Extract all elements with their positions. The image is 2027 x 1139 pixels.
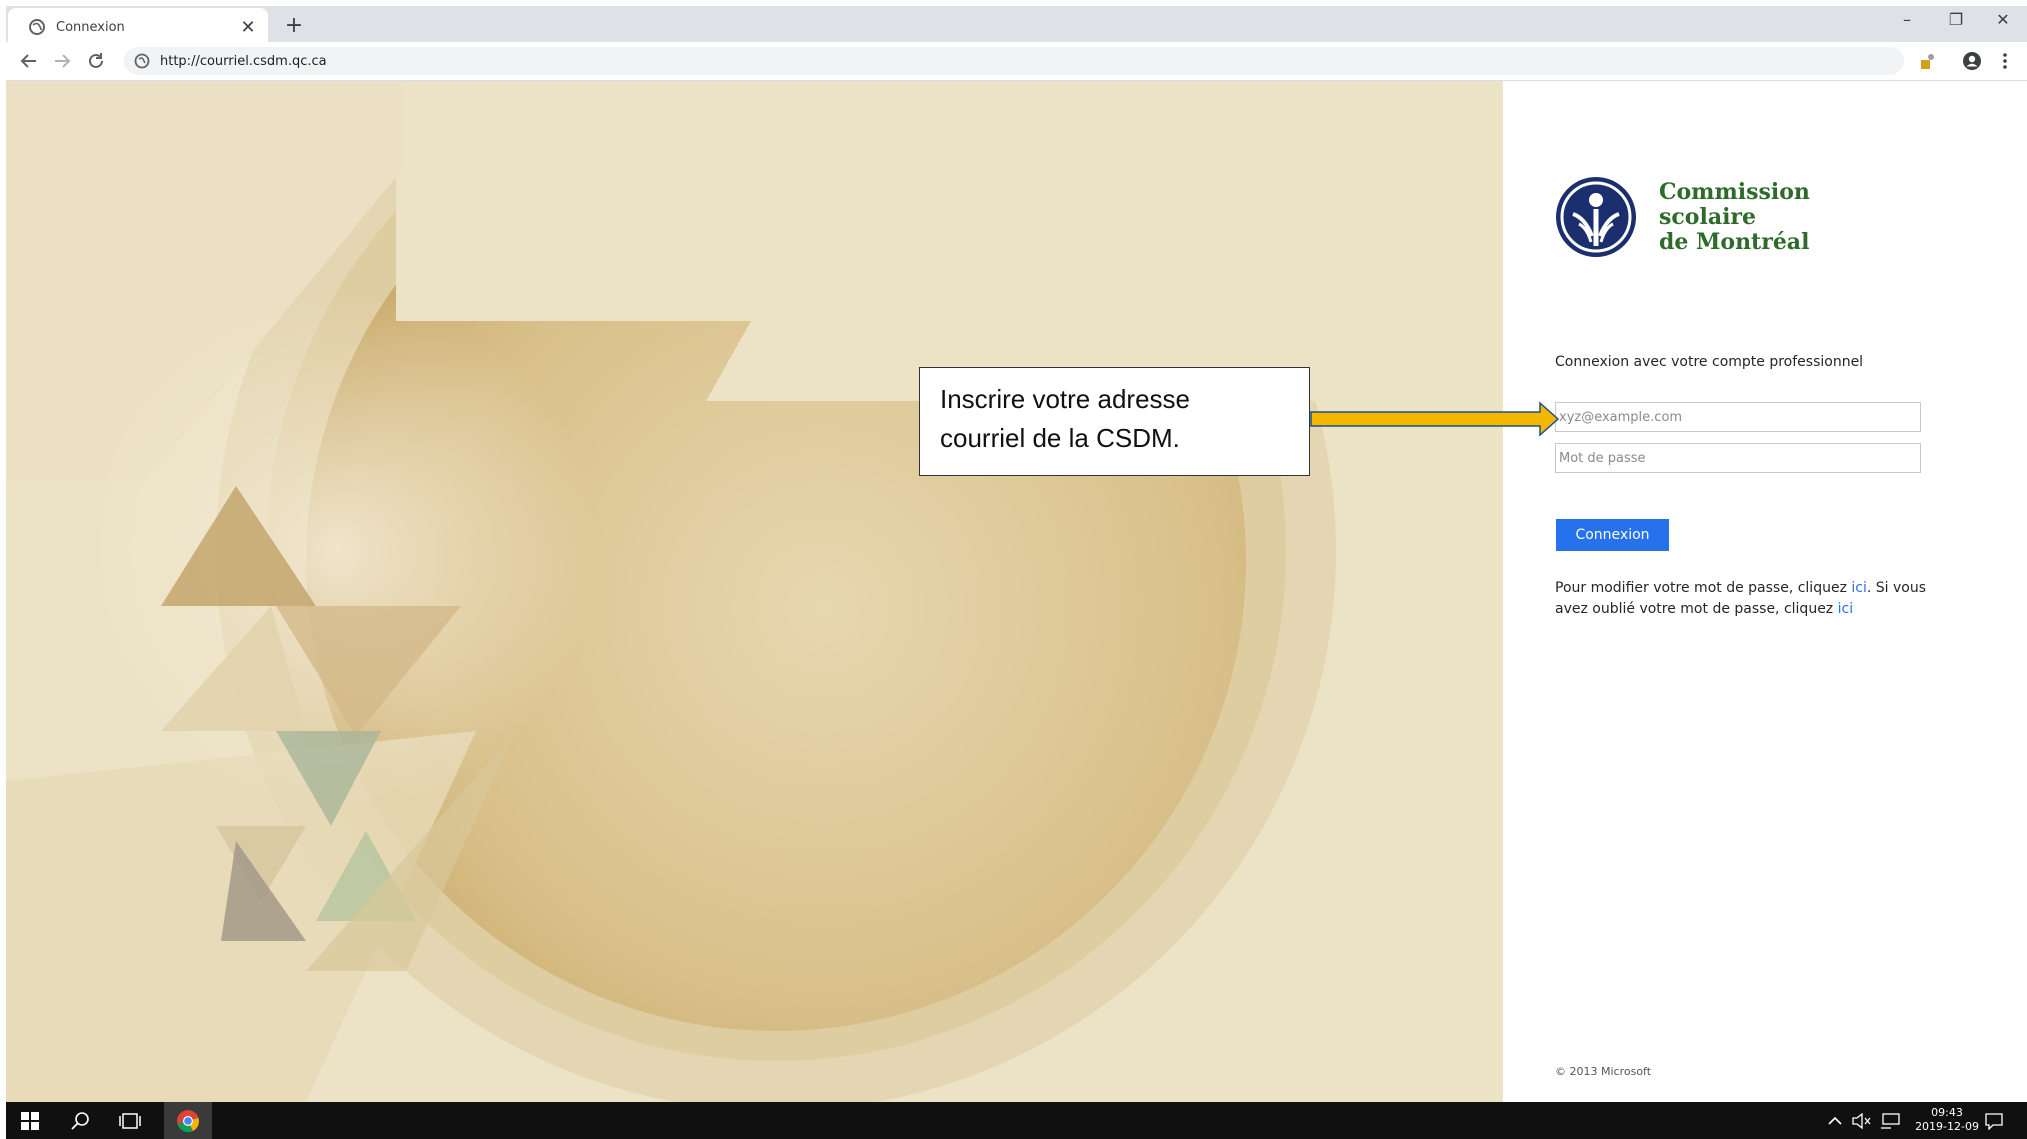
csdm-emblem-icon bbox=[1556, 177, 1636, 257]
profile-button[interactable] bbox=[1961, 50, 1983, 72]
search-button[interactable] bbox=[56, 1102, 104, 1139]
new-tab-button[interactable]: + bbox=[282, 13, 306, 38]
tab-title: Connexion bbox=[56, 19, 125, 35]
browser-menu-button[interactable] bbox=[1994, 50, 2016, 72]
close-tab-icon[interactable]: ✕ bbox=[236, 17, 260, 38]
url-text: http://courriel.csdm.qc.ca bbox=[160, 53, 327, 69]
csdm-logo: Commission scolaire de Montréal bbox=[1555, 176, 1810, 258]
minimize-button[interactable]: – bbox=[1892, 10, 1922, 29]
network-monitor-icon bbox=[1881, 1112, 1900, 1129]
annotation-line: courriel de la CSDM. bbox=[940, 423, 1180, 453]
account-circle-icon bbox=[1963, 52, 1981, 70]
org-name-line: de Montréal bbox=[1659, 228, 1810, 255]
notifications-button[interactable] bbox=[1984, 1102, 2004, 1139]
decorative-graphic bbox=[6, 81, 1503, 1102]
org-name-line: Commission bbox=[1659, 178, 1810, 205]
network-icon[interactable] bbox=[1880, 1102, 1900, 1139]
sign-in-button[interactable]: Connexion bbox=[1556, 519, 1669, 551]
chrome-taskbar-button[interactable] bbox=[164, 1102, 212, 1139]
copyright-text: © 2013 Microsoft bbox=[1555, 1065, 1652, 1078]
background-illustration bbox=[6, 81, 1503, 1102]
forward-button[interactable] bbox=[49, 48, 75, 74]
reload-button[interactable] bbox=[83, 48, 109, 74]
taskbar: 09:43 2019-12-09 bbox=[6, 1102, 2027, 1139]
chrome-icon bbox=[177, 1109, 199, 1132]
change-password-link[interactable]: ici bbox=[1851, 580, 1866, 596]
org-name-line: scolaire bbox=[1659, 203, 1757, 230]
back-button[interactable] bbox=[16, 48, 42, 74]
globe-icon bbox=[29, 19, 45, 35]
chevron-up-icon bbox=[1828, 1116, 1842, 1125]
medal-icon bbox=[1921, 54, 1934, 69]
help-text-part: Pour modifier votre mot de passe, clique… bbox=[1555, 580, 1852, 596]
task-view-button[interactable] bbox=[106, 1102, 154, 1139]
email-field[interactable] bbox=[1555, 402, 1921, 432]
clock-time: 09:43 bbox=[1931, 1106, 1963, 1119]
arrow-left-icon bbox=[20, 54, 36, 68]
system-clock[interactable]: 09:43 2019-12-09 bbox=[1915, 1106, 1979, 1134]
tray-chevron-icon[interactable] bbox=[1828, 1102, 1842, 1139]
search-icon bbox=[71, 1111, 89, 1130]
reload-icon bbox=[89, 53, 103, 68]
action-center-icon bbox=[1985, 1112, 2003, 1130]
site-info-icon[interactable] bbox=[134, 53, 150, 69]
address-bar[interactable]: http://courriel.csdm.qc.ca bbox=[124, 47, 1904, 75]
password-help-text: Pour modifier votre mot de passe, clique… bbox=[1555, 578, 1935, 620]
page-content: Commission scolaire de Montréal Connexio… bbox=[6, 81, 2027, 1102]
org-name: Commission scolaire de Montréal bbox=[1659, 178, 1810, 255]
volume-muted-icon[interactable] bbox=[1852, 1102, 1872, 1139]
login-heading: Connexion avec votre compte professionne… bbox=[1555, 354, 1864, 370]
task-view-icon bbox=[119, 1112, 141, 1129]
clock-date: 2019-12-09 bbox=[1915, 1120, 1979, 1133]
windows-logo-icon bbox=[21, 1111, 39, 1130]
more-vertical-icon bbox=[2003, 53, 2007, 69]
forgot-password-link[interactable]: ici bbox=[1838, 601, 1853, 617]
speaker-muted-icon bbox=[1852, 1112, 1871, 1129]
annotation-callout: Inscrire votre adresse courriel de la CS… bbox=[919, 367, 1310, 476]
browser-tab-strip: Connexion ✕ + – ❐ ✕ bbox=[6, 6, 2027, 46]
browser-tab[interactable]: Connexion ✕ bbox=[8, 8, 268, 46]
password-field[interactable] bbox=[1555, 443, 1921, 473]
start-button[interactable] bbox=[6, 1102, 54, 1139]
browser-toolbar: http://courriel.csdm.qc.ca bbox=[6, 42, 2027, 81]
restore-button[interactable]: ❐ bbox=[1941, 10, 1971, 29]
arrow-right-icon bbox=[55, 54, 71, 68]
login-panel: Commission scolaire de Montréal Connexio… bbox=[1503, 81, 2027, 1102]
extension-icon[interactable] bbox=[1916, 50, 1938, 72]
annotation-line: Inscrire votre adresse bbox=[940, 384, 1190, 414]
close-window-button[interactable]: ✕ bbox=[1988, 10, 2018, 29]
annotation-arrow-icon bbox=[1310, 401, 1560, 437]
